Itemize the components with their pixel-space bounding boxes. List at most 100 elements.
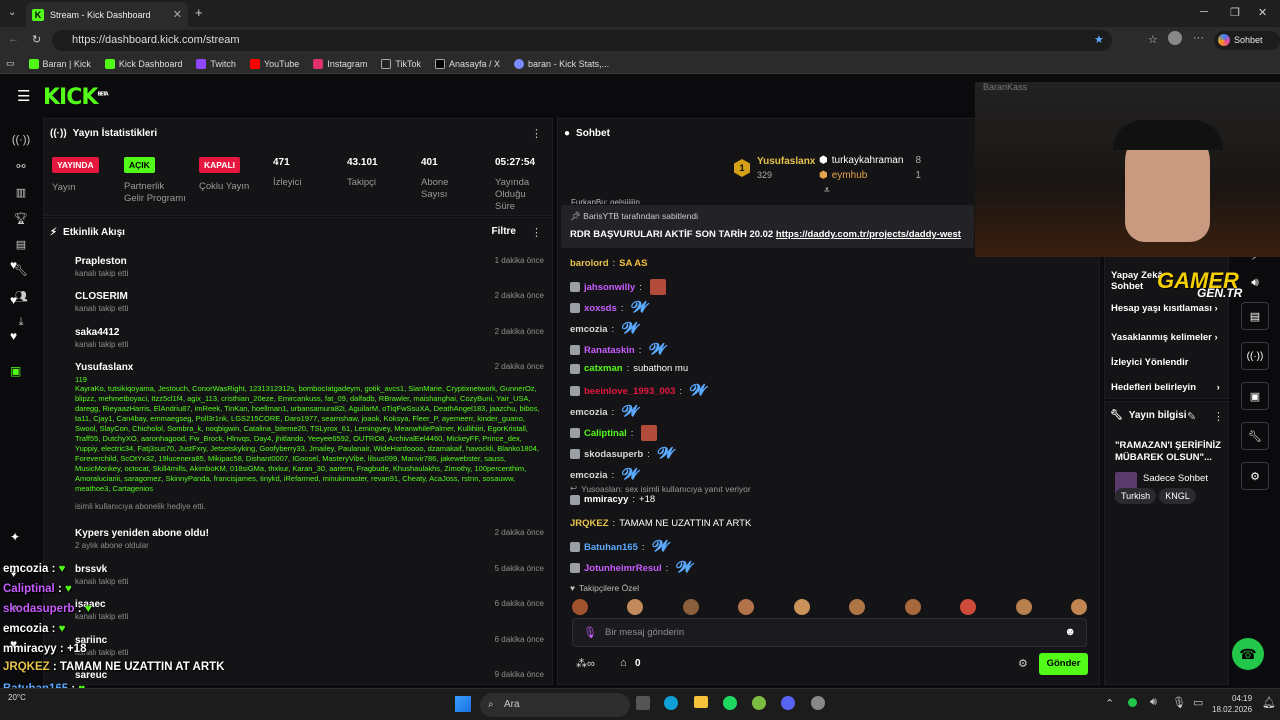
mic-icon[interactable]: 🎙︎ xyxy=(1172,696,1186,709)
activity-more-icon[interactable]: ⋮ xyxy=(531,226,542,239)
channel-points-icon[interactable]: ⁂∞ xyxy=(576,657,595,670)
menu-goals[interactable]: Hedefleri belirleyin › xyxy=(1111,382,1220,393)
app-icon[interactable] xyxy=(752,696,766,710)
clock[interactable]: 04:19 18.02.2026 xyxy=(1212,693,1252,715)
edge-icon[interactable] xyxy=(664,696,678,710)
emote-icon[interactable] xyxy=(572,599,588,615)
leaderboard-user[interactable]: eymhub xyxy=(832,170,868,181)
chat-settings-icon[interactable]: ⚙︎ xyxy=(1018,657,1028,670)
bookmark-instagram[interactable]: Instagram xyxy=(313,58,367,69)
tag-chip[interactable]: KNGL xyxy=(1159,488,1196,504)
new-tab-icon[interactable]: + xyxy=(195,5,203,20)
discord-icon[interactable] xyxy=(781,696,795,710)
trophy-icon[interactable]: 🏆︎ xyxy=(13,210,29,226)
event-user[interactable]: saka4412 xyxy=(75,327,552,338)
layout-icon[interactable]: ▣ xyxy=(1241,382,1269,410)
microphone-icon[interactable]: 🎙︎ xyxy=(583,626,597,639)
emote-icon[interactable] xyxy=(1070,599,1087,615)
stream-icon[interactable]: ((·)) xyxy=(12,132,30,148)
bookmark-kick-stats[interactable]: baran - Kick Stats,... xyxy=(514,58,609,69)
menu-banned-words[interactable]: Yasaklanmış kelimeler › xyxy=(1111,332,1218,343)
bookmark-x[interactable]: Anasayfa / X xyxy=(435,58,500,69)
event-user[interactable]: Kypers yeniden abone oldu! xyxy=(75,528,552,539)
chat-username[interactable]: beeinlove_1993_003 xyxy=(584,386,675,397)
leaderboard-user[interactable]: turkaykahraman xyxy=(832,155,904,166)
bookmark-kick-dashboard[interactable]: Kick Dashboard xyxy=(104,58,182,69)
chat-username[interactable]: JRQKEZ xyxy=(570,518,609,529)
chat-username[interactable]: catxman xyxy=(584,363,623,374)
browser-tab[interactable]: K Stream - Kick Dashboard ✕ xyxy=(26,2,188,27)
notifications-icon[interactable]: 🔔︎ xyxy=(1262,696,1276,709)
emote-icon[interactable] xyxy=(682,599,699,615)
maximize-icon[interactable]: ❐ xyxy=(1230,6,1240,19)
chat-username[interactable]: barolord xyxy=(570,258,609,269)
back-icon[interactable]: ← xyxy=(8,33,19,45)
leaderboard-user[interactable]: Yusufaslanx xyxy=(757,156,815,167)
tray-chevron-icon[interactable]: ⌃ xyxy=(1105,697,1114,710)
settings-icon[interactable]: ⚙︎ xyxy=(1241,462,1269,490)
chat-input[interactable]: 🎙︎ Bir mesaj gönderin ☻ xyxy=(572,618,1087,647)
chat-username[interactable]: xoxsds xyxy=(584,303,617,314)
emote-icon[interactable] xyxy=(627,599,644,615)
favorite-star-icon[interactable]: ★ xyxy=(1094,33,1104,46)
bookmark-youtube[interactable]: YouTube xyxy=(249,58,299,69)
obs-icon[interactable] xyxy=(811,696,825,710)
event-user[interactable]: brssvk xyxy=(75,564,552,575)
analytics-icon[interactable]: ▥ xyxy=(13,184,29,200)
minimize-icon[interactable]: ─ xyxy=(1200,6,1208,18)
start-icon[interactable] xyxy=(455,696,471,712)
stream-info-more-icon[interactable]: ⋮ xyxy=(1213,410,1224,423)
emote-icon[interactable] xyxy=(793,599,810,615)
event-user[interactable]: CLOSERIM xyxy=(75,291,552,302)
event-user[interactable]: sariinc xyxy=(75,635,552,646)
emote-icon[interactable] xyxy=(1015,599,1032,615)
emote-icon[interactable] xyxy=(849,599,866,615)
event-user[interactable]: isaaec xyxy=(75,599,552,610)
chat-username[interactable]: Caliptinal xyxy=(584,428,627,439)
filter-button[interactable]: Filtre xyxy=(492,226,516,237)
tools-icon[interactable]: 🔧︎ xyxy=(1241,422,1269,450)
menu-account-age[interactable]: Hesap yaşı kısıtlaması › xyxy=(1111,303,1218,314)
display-icon[interactable]: ▭ xyxy=(1193,696,1203,709)
more-icon[interactable]: ··· xyxy=(1193,32,1204,44)
bookmark-tiktok[interactable]: TikTok xyxy=(381,58,421,69)
copilot-button[interactable]: Sohbet et xyxy=(1214,31,1280,64)
chat-username[interactable]: JotunheimrResul xyxy=(584,563,662,574)
chat-username[interactable]: emcozia xyxy=(570,470,608,481)
chat-username[interactable]: emcozia xyxy=(570,324,608,335)
emote-icon[interactable] xyxy=(738,599,755,615)
video-icon[interactable]: ▤ xyxy=(13,236,29,252)
emoji-icon[interactable]: ☻ xyxy=(1064,626,1076,638)
send-button[interactable]: Gönder xyxy=(1039,653,1088,675)
kick-logo[interactable]: KICKBETA xyxy=(43,85,109,110)
broadcast-icon[interactable]: ((·)) xyxy=(1241,342,1269,370)
close-window-icon[interactable]: ✕ xyxy=(1258,6,1267,19)
store-icon[interactable]: ⌂ xyxy=(620,657,627,669)
sidebar-toggle-icon[interactable]: ▭ xyxy=(6,58,15,69)
taskbar-search[interactable]: ⌕ Ara xyxy=(480,693,630,717)
collections-icon[interactable]: ☆ xyxy=(1148,33,1158,46)
chat-username[interactable]: Ranataskin xyxy=(584,345,635,356)
url-input[interactable]: https://dashboard.kick.com/stream xyxy=(52,30,1112,51)
refresh-icon[interactable]: ↻ xyxy=(32,33,41,46)
spotify-icon[interactable] xyxy=(723,696,737,710)
volume-icon[interactable]: 🔊︎ xyxy=(1150,696,1157,709)
emote-icon[interactable] xyxy=(960,599,977,615)
close-tab-icon[interactable]: ✕ xyxy=(173,8,182,21)
support-chat-button[interactable]: ☎︎ xyxy=(1232,638,1264,670)
weather-widget[interactable]: 20°C xyxy=(8,693,26,702)
bookmark-twitch[interactable]: Twitch xyxy=(196,58,236,69)
stream-category[interactable]: Sadece Sohbet xyxy=(1143,473,1208,484)
stats-more-icon[interactable]: ⋮ xyxy=(531,127,542,140)
menu-ai-moderation[interactable]: Yapay Zekâ Sohbet Denetimi xyxy=(1111,270,1163,292)
task-view-icon[interactable] xyxy=(636,696,650,710)
download-icon[interactable]: ⤓ xyxy=(13,314,29,330)
link-icon[interactable]: ⚯ xyxy=(13,158,29,174)
chat-username[interactable]: skodasuperb xyxy=(584,449,643,460)
explorer-icon[interactable] xyxy=(694,696,708,708)
hamburger-menu-icon[interactable]: ☰ xyxy=(17,87,30,105)
menu-raid[interactable]: İzleyici Yönlendir xyxy=(1111,357,1188,368)
profile-avatar[interactable] xyxy=(1168,31,1182,45)
emote-icon[interactable] xyxy=(904,599,921,615)
chat-username[interactable]: Batuhan165 xyxy=(584,542,638,553)
